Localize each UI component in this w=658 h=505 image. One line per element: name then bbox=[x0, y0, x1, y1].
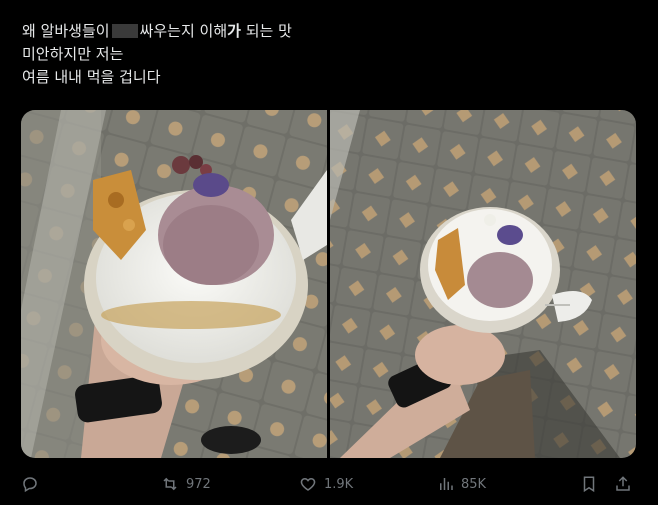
repost-button[interactable]: 972 bbox=[160, 474, 211, 494]
repost-count: 972 bbox=[186, 476, 211, 492]
views-button[interactable]: 85K bbox=[437, 474, 486, 494]
like-button[interactable]: 1.9K bbox=[298, 474, 353, 494]
post-actions-bar: 972 1.9K 85K bbox=[0, 466, 658, 504]
post-line-3: 여름 내내 먹을 겁니다 bbox=[22, 68, 161, 86]
post-line-1-part-c: 되는 맛 bbox=[245, 22, 292, 40]
bookmark-icon bbox=[583, 476, 595, 493]
reply-button[interactable] bbox=[21, 474, 39, 494]
post-text: 왜 알바생들이 싸우는지 이해가 되는 맛 미안하지만 저는 여름 내내 먹을 겁… bbox=[22, 20, 622, 89]
share-button[interactable] bbox=[614, 474, 632, 494]
media-image-2[interactable] bbox=[330, 110, 636, 458]
views-count: 85K bbox=[461, 476, 487, 492]
like-count: 1.9K bbox=[324, 476, 354, 492]
heart-icon bbox=[300, 477, 316, 491]
repost-icon bbox=[163, 477, 177, 491]
share-icon bbox=[616, 476, 630, 491]
media-image-1[interactable] bbox=[21, 110, 327, 458]
post-line-2: 미안하지만 저는 bbox=[22, 45, 124, 63]
bookmark-button[interactable] bbox=[580, 474, 598, 494]
post-line-1-part-a: 왜 알바생들이 bbox=[22, 22, 110, 40]
bar-chart-icon bbox=[440, 478, 453, 490]
post-line-1-part-b: 싸우는지 이해 bbox=[139, 22, 228, 40]
post-line-1: 왜 알바생들이 싸우는지 이해가 되는 맛 bbox=[22, 20, 622, 43]
censored-word bbox=[111, 24, 138, 38]
post-media[interactable] bbox=[21, 110, 636, 458]
post-line-1-bold: 가 bbox=[227, 22, 241, 40]
reply-icon bbox=[23, 477, 37, 493]
